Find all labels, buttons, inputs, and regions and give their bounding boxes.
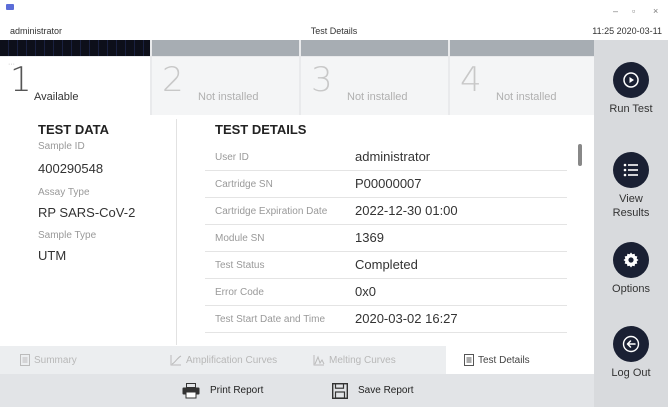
maximize-button[interactable]: ▫ [632,6,635,16]
detail-row: Error Code 0x0 [205,279,567,306]
detail-label: Module SN [215,233,265,244]
module-status: Not installed [496,91,557,103]
module-status: Not installed [198,91,259,103]
tab-amplification-curves[interactable]: Amplification Curves [150,346,298,374]
close-button[interactable]: × [653,6,658,16]
detail-value: 2020-03-02 16:27 [355,311,458,326]
details-scrollbar[interactable] [578,144,582,166]
detail-value: 2022-12-30 01:00 [355,203,458,218]
view-results-button[interactable]: View Results [594,152,668,220]
log-out-label: Log Out [611,367,651,379]
detail-label: Test Status [215,260,265,271]
detail-label: Cartridge Expiration Date [215,206,328,217]
detail-value: 1369 [355,230,384,245]
print-report-label: Print Report [210,385,264,396]
view-results-line1: View [619,193,643,205]
save-report-button[interactable]: Save Report [332,374,414,407]
module-number: 4 [460,60,482,100]
play-icon [613,62,649,98]
tab-bar: Summary Amplification Curves Melting Cur… [0,346,594,374]
save-report-label: Save Report [358,385,414,396]
sample-id-value: 400290548 [38,161,104,176]
module-number: 3 [311,60,333,100]
module-1-status-bar [0,40,150,56]
window-title: Test Details [310,26,358,36]
floppy-disk-icon [332,382,348,399]
detail-value: P00000007 [355,176,422,191]
title-bar: – ▫ × administrator Test Details 11:25 2… [0,0,668,40]
date-time: 11:25 2020-03-11 [592,26,662,36]
detail-label: User ID [215,152,249,163]
details-icon [464,354,474,366]
footer-bar: Print Report Save Report [0,374,594,407]
module-3[interactable]: 3 Not installed [301,57,448,115]
tab-summary-label: Summary [34,354,77,366]
detail-label: Cartridge SN [215,179,273,190]
list-icon [613,152,649,188]
module-status: Available [34,91,79,103]
peak-chart-icon [313,355,325,366]
detail-row: User ID administrator [205,144,567,171]
detail-row: Cartridge SN P00000007 [205,171,567,198]
gear-icon [613,242,649,278]
module-number: 2 [162,60,184,100]
test-details-heading: TEST DETAILS [215,122,307,137]
printer-icon [182,382,200,398]
detail-row: Test Status Completed [205,252,567,279]
tab-test-details-label: Test Details [478,354,530,366]
curve-chart-icon [170,355,182,366]
tab-melting-label: Melting Curves [329,354,396,366]
run-test-label: Run Test [609,103,653,115]
sample-type-label: Sample Type [38,230,97,241]
module-status: Not installed [347,91,408,103]
log-out-button[interactable]: Log Out [594,326,668,380]
print-report-button[interactable]: Print Report [182,374,263,407]
view-results-line2: Results [612,207,650,219]
assay-type-label: Assay Type [38,187,90,198]
sample-id-label: Sample ID [38,141,85,152]
options-label: Options [612,283,650,295]
module-4-status-bar [450,40,594,56]
assay-type-value: RP SARS-CoV-2 [38,205,136,220]
log-out-icon [613,326,649,362]
detail-value: administrator [355,149,431,164]
detail-row: Test Start Date and Time 2020-03-02 16:2… [205,306,567,333]
detail-value: Completed [355,257,418,272]
test-data-heading: TEST DATA [38,122,110,137]
detail-label: Test Start Date and Time [215,314,326,325]
sample-type-value: UTM [38,248,67,263]
run-test-button[interactable]: Run Test [594,62,668,116]
options-button[interactable]: Options [594,242,668,296]
module-2-status-bar [152,40,299,56]
sidebar: Run Test View Results Options Log Out [594,40,668,407]
minimize-button[interactable]: – [613,6,618,16]
tab-summary[interactable]: Summary [0,346,148,374]
detail-row: Module SN 1369 [205,225,567,252]
detail-value: 0x0 [355,284,376,299]
detail-row: Cartridge Expiration Date 2022-12-30 01:… [205,198,567,225]
module-4[interactable]: 4 Not installed [450,57,594,115]
tab-test-details[interactable]: Test Details [446,346,594,374]
document-icon [20,354,30,366]
module-1[interactable]: ··· 1 Available [0,57,150,115]
module-number: 1 [10,60,32,100]
view-results-label: View Results [594,192,668,220]
main-panel: TEST DATA Sample ID 400290548 Assay Type… [0,115,594,346]
tab-melting-curves[interactable]: Melting Curves [298,346,446,374]
module-2[interactable]: 2 Not installed [152,57,299,115]
column-divider [176,119,177,345]
app-icon [6,4,14,10]
tab-amplification-label: Amplification Curves [186,354,278,366]
detail-label: Error Code [215,287,264,298]
module-3-status-bar [301,40,448,56]
